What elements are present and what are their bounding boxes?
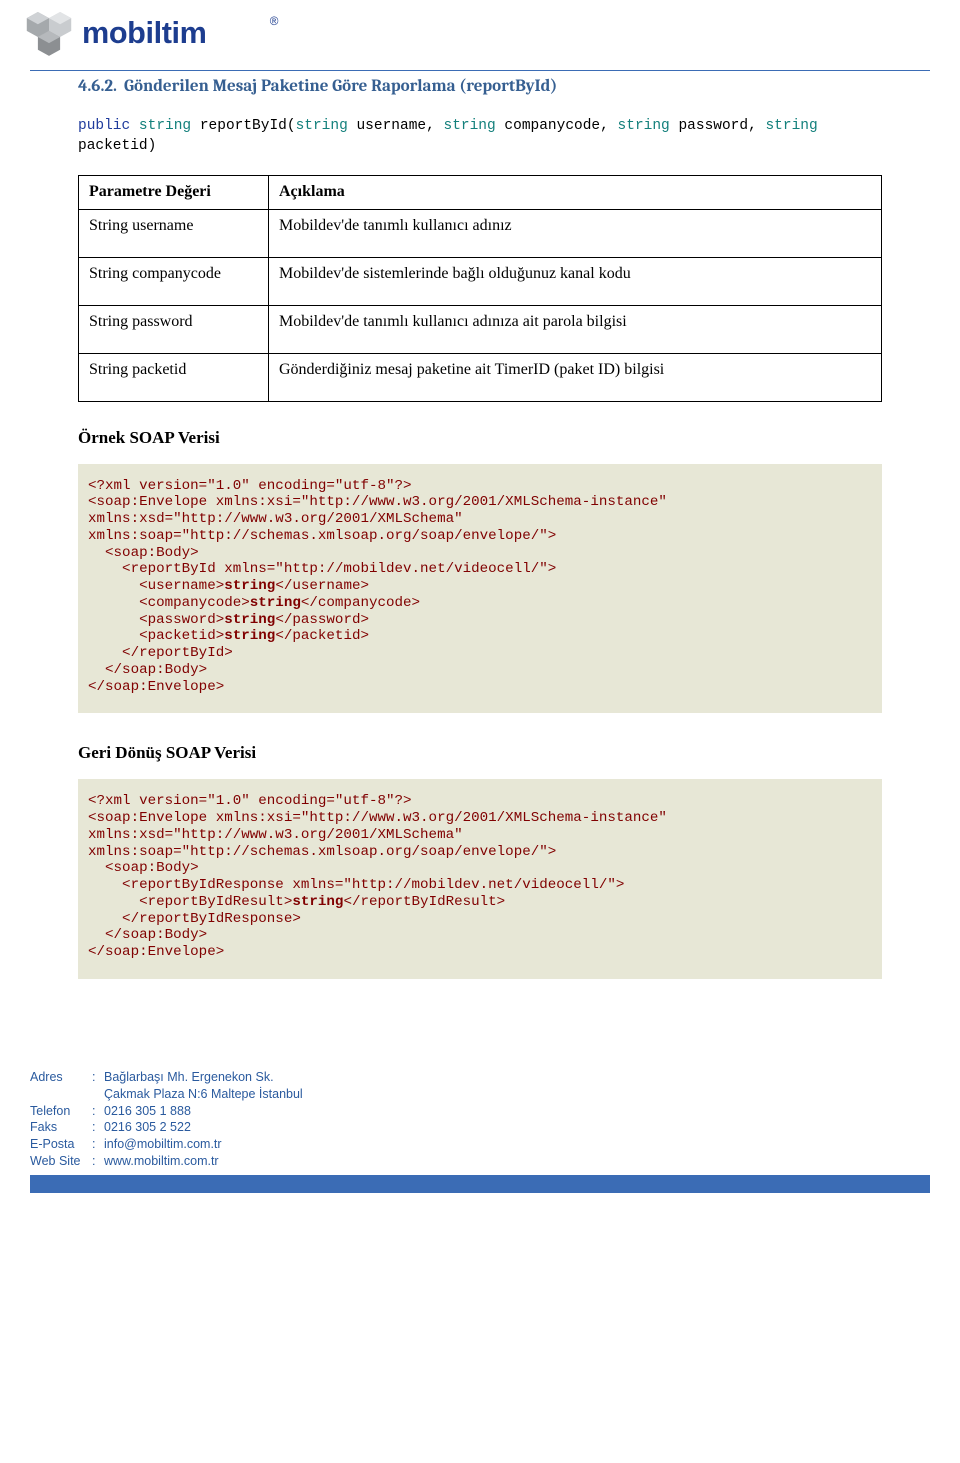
th-parameter: Parametre Değeri — [79, 175, 269, 209]
td-desc: Mobildev'de sistemlerinde bağlı olduğunu… — [269, 257, 882, 305]
td-param: String password — [79, 305, 269, 353]
footer-web-label: Web Site — [30, 1153, 92, 1170]
method-name: reportById — [200, 118, 287, 134]
example-heading: Örnek SOAP Verisi — [78, 428, 882, 448]
keyword-public: public — [78, 118, 130, 134]
footer-addr-label: Adres — [30, 1069, 92, 1086]
footer-bar — [30, 1175, 930, 1193]
type-string: string — [139, 118, 191, 134]
section-title: Gönderilen Mesaj Paketine Göre Raporlama… — [124, 77, 557, 96]
footer-fax-label: Faks — [30, 1119, 92, 1136]
brand-wordmark: mobiltim ® — [82, 13, 302, 62]
footer-addr-value: Bağlarbaşı Mh. Ergenekon Sk. — [104, 1069, 303, 1086]
page-header: mobiltim ® — [0, 0, 960, 70]
table-row: String username Mobildev'de tanımlı kull… — [79, 209, 882, 257]
soap-request-code: <?xml version="1.0" encoding="utf-8"?> <… — [78, 464, 882, 714]
table-row: String password Mobildev'de tanımlı kull… — [79, 305, 882, 353]
footer-tel-label: Telefon — [30, 1103, 92, 1120]
footer-tel-value: 0216 305 1 888 — [104, 1103, 303, 1120]
header-divider — [30, 70, 930, 71]
td-desc: Gönderdiğiniz mesaj paketine ait TimerID… — [269, 353, 882, 401]
svg-text:®: ® — [270, 14, 279, 27]
footer-web-value: www.mobiltim.com.tr — [104, 1153, 303, 1170]
table-header-row: Parametre Değeri Açıklama — [79, 175, 882, 209]
logo-icon — [20, 12, 78, 62]
td-desc: Mobildev'de tanımlı kullanıcı adınıza ai… — [269, 305, 882, 353]
footer-fax-value: 0216 305 2 522 — [104, 1119, 303, 1136]
td-desc: Mobildev'de tanımlı kullanıcı adınız — [269, 209, 882, 257]
section-number: 4.6.2. — [78, 77, 124, 96]
soap-response-code: <?xml version="1.0" encoding="utf-8"?> <… — [78, 779, 882, 979]
th-description: Açıklama — [269, 175, 882, 209]
td-param: String username — [79, 209, 269, 257]
td-param: String packetid — [79, 353, 269, 401]
table-row: String packetid Gönderdiğiniz mesaj pake… — [79, 353, 882, 401]
return-heading: Geri Dönüş SOAP Verisi — [78, 743, 882, 763]
svg-text:mobiltim: mobiltim — [82, 15, 206, 49]
footer-email-label: E-Posta — [30, 1136, 92, 1153]
td-param: String companycode — [79, 257, 269, 305]
footer-addr-value2: Çakmak Plaza N:6 Maltepe İstanbul — [104, 1086, 303, 1103]
parameter-table: Parametre Değeri Açıklama String usernam… — [78, 175, 882, 402]
section-heading: 4.6.2.Gönderilen Mesaj Paketine Göre Rap… — [78, 77, 882, 96]
page-footer: Adres : Bağlarbaşı Mh. Ergenekon Sk. Çak… — [0, 1009, 960, 1193]
method-signature: public string reportById(string username… — [78, 116, 882, 157]
footer-email-value: info@mobiltim.com.tr — [104, 1136, 303, 1153]
table-row: String companycode Mobildev'de sistemler… — [79, 257, 882, 305]
param-list: string — [296, 118, 348, 134]
footer-contact-table: Adres : Bağlarbaşı Mh. Ergenekon Sk. Çak… — [30, 1069, 303, 1170]
